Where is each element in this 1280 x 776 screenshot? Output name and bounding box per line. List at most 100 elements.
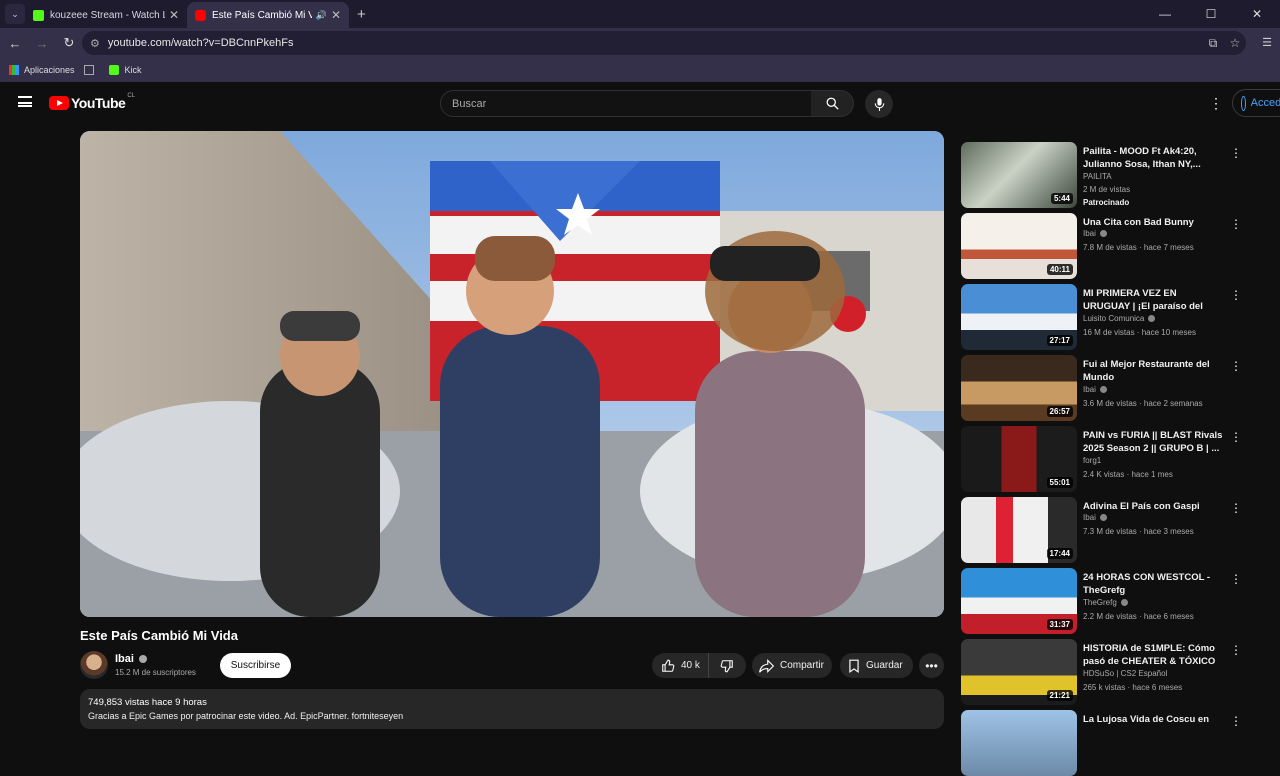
recommendation-menu-icon[interactable]: ⋮ <box>1230 217 1242 231</box>
bookmark-tab-groups[interactable] <box>83 65 100 75</box>
browser-toolbar: ← → ↻ ⚙ youtube.com/watch?v=DBCnnPkehFs … <box>0 28 1280 58</box>
video-thumbnail[interactable]: 26:57 <box>961 355 1077 421</box>
verified-badge-icon <box>1099 230 1107 237</box>
tab-search-button[interactable]: ⌄ <box>5 4 25 24</box>
video-thumbnail[interactable]: 21:21 <box>961 639 1077 705</box>
recommendation-item[interactable]: 40:11 Una Cita con Bad Bunny Ibai 7.8 M … <box>961 213 1261 279</box>
video-thumbnail[interactable]: 55:01 <box>961 426 1077 492</box>
verified-badge-icon <box>1120 599 1128 606</box>
recommendation-menu-icon[interactable]: ⋮ <box>1230 572 1242 586</box>
recommendation-title[interactable]: Adivina El País con Gaspi <box>1083 500 1223 513</box>
reload-icon[interactable]: ↻ <box>57 31 81 55</box>
minimize-icon[interactable]: — <box>1142 0 1188 28</box>
duration-badge: 17:44 <box>1046 548 1073 559</box>
recommendation-channel[interactable]: HDSuSo | CS2 Español <box>1083 669 1167 678</box>
youtube-logo[interactable]: YouTube CL <box>49 93 135 111</box>
bookmark-apps[interactable]: Aplicaciones <box>9 65 75 75</box>
recommendation-title[interactable]: PAIN vs FURIA || BLAST Rivals 2025 Seaso… <box>1083 429 1223 455</box>
recommendation-item[interactable]: 21:21 HISTORIA de S1MPLE: Cómo pasó de C… <box>961 639 1261 705</box>
forward-icon[interactable]: → <box>30 31 54 55</box>
recommendation-channel[interactable]: Ibai <box>1083 385 1107 394</box>
search-button[interactable] <box>811 90 854 117</box>
channel-name[interactable]: Ibai <box>115 653 147 665</box>
recommendation-title[interactable]: Una Cita con Bad Bunny <box>1083 216 1223 229</box>
recommendation-title[interactable]: 24 HORAS CON WESTCOL - TheGrefg <box>1083 571 1223 597</box>
youtube-header: YouTube CL Buscar ⋮ Acceder <box>0 82 1280 124</box>
recommendation-menu-icon[interactable]: ⋮ <box>1230 501 1242 515</box>
close-tab-icon[interactable]: ✕ <box>331 8 341 22</box>
recommendation-menu-icon[interactable]: ⋮ <box>1230 714 1242 728</box>
recommendation-meta: 7.3 M de vistas · hace 3 meses <box>1083 527 1194 536</box>
recommendation-menu-icon[interactable]: ⋮ <box>1230 430 1242 444</box>
recommendation-menu-icon[interactable]: ⋮ <box>1230 146 1242 160</box>
recommendation-item[interactable]: 27:17 MI PRIMERA VEZ EN URUGUAY | ¡El pa… <box>961 284 1261 350</box>
settings-menu-icon[interactable]: ⋮ <box>1209 95 1223 112</box>
apps-grid-icon <box>9 65 19 75</box>
like-button[interactable]: 40 k <box>652 653 709 678</box>
back-icon[interactable]: ← <box>3 31 27 55</box>
account-icon <box>1241 95 1246 111</box>
video-thumbnail[interactable]: 40:11 <box>961 213 1077 279</box>
sign-in-button[interactable]: Acceder <box>1232 89 1280 117</box>
address-bar[interactable]: ⚙ youtube.com/watch?v=DBCnnPkehFs ⧉ ☆ <box>82 31 1246 55</box>
recommendation-channel[interactable]: Luisito Comunica <box>1083 314 1156 323</box>
recommendation-item[interactable]: 31:37 24 HORAS CON WESTCOL - TheGrefg Th… <box>961 568 1261 634</box>
recommendation-item[interactable]: 5:44 Pailita - MOOD Ft Ak4:20, Julianno … <box>961 142 1261 208</box>
recommendation-title[interactable]: HISTORIA de S1MPLE: Cómo pasó de CHEATER… <box>1083 642 1223 668</box>
more-actions-button[interactable]: ••• <box>919 653 944 678</box>
like-count: 40 k <box>681 660 700 671</box>
recommendation-menu-icon[interactable]: ⋮ <box>1230 643 1242 657</box>
extensions-menu-icon[interactable]: ☰ <box>1262 36 1272 49</box>
bookmark-kick[interactable]: Kick <box>108 65 142 75</box>
video-thumbnail[interactable]: 31:37 <box>961 568 1077 634</box>
new-tab-icon[interactable]: + <box>357 6 366 23</box>
browser-tab-youtube[interactable]: Este País Cambió Mi Vida 🔊 ✕ <box>187 2 349 28</box>
video-thumbnail[interactable]: 27:17 <box>961 284 1077 350</box>
audio-playing-icon[interactable]: 🔊 <box>316 10 327 21</box>
recommendation-channel[interactable]: Ibai <box>1083 513 1107 522</box>
duration-badge: 26:57 <box>1046 406 1073 417</box>
description-box[interactable]: 749,853 vistas hace 9 horas Gracias a Ep… <box>80 689 944 729</box>
video-frame <box>80 131 944 617</box>
recommendation-menu-icon[interactable]: ⋮ <box>1230 359 1242 373</box>
recommendation-title[interactable]: MI PRIMERA VEZ EN URUGUAY | ¡El paraíso … <box>1083 287 1223 313</box>
video-thumbnail[interactable]: 17:44 <box>961 497 1077 563</box>
site-info-icon[interactable]: ⚙ <box>90 37 100 50</box>
browser-tab-kick[interactable]: kouzeee Stream - Watch Live on ✕ <box>25 2 187 28</box>
recommendation-channel[interactable]: TheGrefg <box>1083 598 1128 607</box>
duration-badge: 31:37 <box>1046 619 1073 630</box>
subscribe-button[interactable]: Suscribirse <box>220 653 291 678</box>
bookmark-icon <box>849 659 859 673</box>
maximize-icon[interactable]: ☐ <box>1188 0 1234 28</box>
recommendation-item[interactable]: 17:44 Adivina El País con Gaspi Ibai 7.3… <box>961 497 1261 563</box>
like-dislike-group: 40 k <box>652 653 746 678</box>
share-button[interactable]: Compartir <box>752 653 832 678</box>
recommendation-channel[interactable]: Ibai <box>1083 229 1107 238</box>
recommendation-channel[interactable]: PAILITA <box>1083 172 1112 181</box>
bookmark-star-icon[interactable]: ☆ <box>1224 36 1246 50</box>
recommendation-menu-icon[interactable]: ⋮ <box>1230 288 1242 302</box>
voice-search-button[interactable] <box>865 90 893 118</box>
guide-menu-icon[interactable] <box>18 96 32 107</box>
close-tab-icon[interactable]: ✕ <box>169 8 179 22</box>
video-thumbnail[interactable]: 5:44 <box>961 142 1077 208</box>
verified-badge-icon <box>138 655 147 663</box>
install-app-icon[interactable]: ⧉ <box>1202 36 1224 51</box>
window-controls: — ☐ ✕ <box>1142 0 1280 28</box>
dislike-button[interactable] <box>709 653 746 678</box>
duration-badge: 5:44 <box>1050 193 1073 204</box>
save-button[interactable]: Guardar <box>840 653 913 678</box>
channel-avatar[interactable] <box>80 651 108 679</box>
search-input[interactable]: Buscar <box>440 90 812 117</box>
verified-badge-icon <box>1099 514 1107 521</box>
recommendation-item[interactable]: 55:01 PAIN vs FURIA || BLAST Rivals 2025… <box>961 426 1261 492</box>
video-player[interactable] <box>80 131 944 617</box>
recommendation-title[interactable]: Pailita - MOOD Ft Ak4:20, Julianno Sosa,… <box>1083 145 1223 171</box>
recommendation-title[interactable]: Fui al Mejor Restaurante del Mundo <box>1083 358 1223 384</box>
recommendation-item[interactable]: 26:57 Fui al Mejor Restaurante del Mundo… <box>961 355 1261 421</box>
views-and-date: 749,853 vistas hace 9 horas <box>88 697 207 708</box>
url-text[interactable]: youtube.com/watch?v=DBCnnPkehFs <box>108 37 1202 49</box>
verified-badge-icon <box>1099 386 1107 393</box>
close-window-icon[interactable]: ✕ <box>1234 0 1280 28</box>
recommendation-channel[interactable]: forg1 <box>1083 456 1101 465</box>
